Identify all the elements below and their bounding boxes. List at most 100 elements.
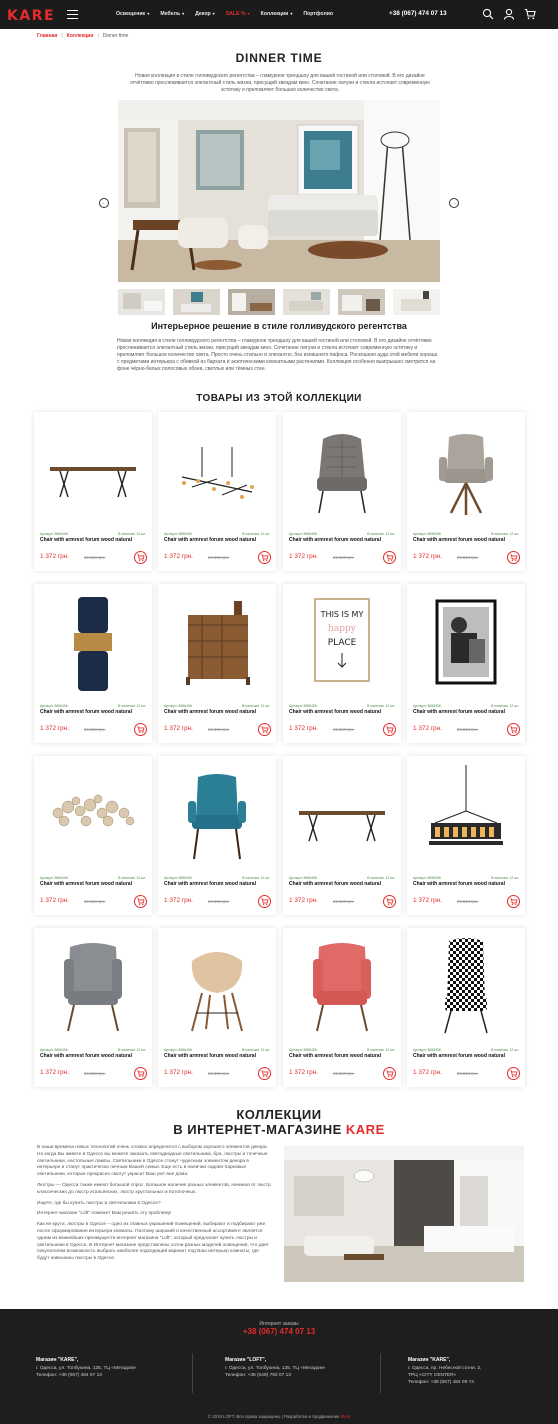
- menu-icon[interactable]: [67, 10, 78, 19]
- user-icon[interactable]: [503, 8, 515, 20]
- footer-store-phone[interactable]: Телефон: +38 (048) 793 07 13: [225, 1372, 375, 1379]
- product-name[interactable]: Chair with armrest forum wood natural: [164, 881, 256, 887]
- product-name[interactable]: Chair with armrest forum wood natural: [40, 881, 132, 887]
- product-name[interactable]: Chair with armrest forum wood natural: [289, 881, 381, 887]
- product-card[interactable]: Артикул: 5656456 В наличии: 12 шт. Chair w…: [34, 412, 152, 571]
- product-image[interactable]: [411, 933, 521, 1045]
- product-card[interactable]: Артикул: 5656456 В наличии: 12 шт. Chair w…: [283, 412, 401, 571]
- footer-developer-link[interactable]: Ittelo: [341, 1414, 351, 1419]
- add-to-cart-button[interactable]: [383, 895, 396, 908]
- product-image[interactable]: [162, 589, 272, 701]
- slider-thumbnail[interactable]: [283, 289, 330, 315]
- product-card[interactable]: Артикул: 5656456 В наличии: 12 шт. Chair w…: [158, 756, 276, 915]
- product-image[interactable]: [162, 933, 272, 1045]
- cart-icon: [135, 896, 146, 907]
- product-price: 1 372 грн.: [413, 1069, 442, 1076]
- product-card[interactable]: Артикул: 5656456 В наличии: 12 шт. Chair w…: [34, 928, 152, 1087]
- product-card[interactable]: Артикул: 5656456 В наличии: 12 шт. Chair w…: [407, 928, 525, 1087]
- product-card[interactable]: Артикул: 5656456 В наличии: 12 шт. Chair w…: [158, 584, 276, 743]
- product-card[interactable]: Артикул: 5656456 В наличии: 12 шт. Chair w…: [407, 756, 525, 915]
- nav-item-portfolio[interactable]: Портфолио: [303, 11, 333, 17]
- product-card[interactable]: Артикул: 5656456 В наличии: 12 шт. Chair w…: [407, 412, 525, 571]
- product-name[interactable]: Chair with armrest forum wood natural: [413, 709, 505, 715]
- product-name[interactable]: Chair with armrest forum wood natural: [164, 537, 256, 543]
- add-to-cart-button[interactable]: [134, 895, 147, 908]
- product-sku: Артикул: 5656456: [413, 1048, 441, 1052]
- product-image[interactable]: [38, 417, 148, 529]
- breadcrumb-separator: |: [97, 33, 99, 39]
- slider-next-button[interactable]: →: [449, 198, 459, 208]
- product-image[interactable]: [411, 417, 521, 529]
- add-to-cart-button[interactable]: [507, 551, 520, 564]
- product-stock: В наличии: 12 шт.: [491, 704, 519, 708]
- add-to-cart-button[interactable]: [134, 723, 147, 736]
- add-to-cart-button[interactable]: [258, 723, 271, 736]
- nav-item-furniture[interactable]: Мебель ▾: [160, 11, 184, 17]
- footer-store-phone[interactable]: Телефон: +38 (067) 484 09 74: [408, 1379, 558, 1386]
- nav-item-lighting[interactable]: Освещение ▾: [116, 11, 149, 17]
- product-card[interactable]: THIS IS MY happy PLACE Артикул: 5656456 В на…: [283, 584, 401, 743]
- product-image[interactable]: [287, 761, 397, 873]
- slider-prev-button[interactable]: ←: [99, 198, 109, 208]
- add-to-cart-button[interactable]: [507, 723, 520, 736]
- slider-thumbnail[interactable]: [173, 289, 220, 315]
- add-to-cart-button[interactable]: [507, 1067, 520, 1080]
- nav-item-sale[interactable]: SALE % ▾: [226, 11, 250, 17]
- product-card[interactable]: Артикул: 5656456 В наличии: 12 шт. Chair w…: [158, 412, 276, 571]
- breadcrumb-home[interactable]: Главная: [37, 33, 57, 39]
- product-old-price: 24 818 грн.: [333, 1071, 355, 1076]
- product-name[interactable]: Chair with armrest forum wood natural: [289, 537, 381, 543]
- product-name[interactable]: Chair with armrest forum wood natural: [40, 537, 132, 543]
- add-to-cart-button[interactable]: [383, 723, 396, 736]
- product-name[interactable]: Chair with armrest forum wood natural: [413, 537, 505, 543]
- product-name[interactable]: Chair with armrest forum wood natural: [164, 1053, 256, 1059]
- add-to-cart-button[interactable]: [134, 551, 147, 564]
- add-to-cart-button[interactable]: [258, 1067, 271, 1080]
- product-image[interactable]: [162, 417, 272, 529]
- product-card[interactable]: Артикул: 5656456 В наличии: 12 шт. Chair w…: [283, 756, 401, 915]
- nav-item-collections[interactable]: Коллекции ▾: [261, 11, 293, 17]
- product-name[interactable]: Chair with armrest forum wood natural: [413, 881, 505, 887]
- product-card[interactable]: Артикул: 5656456 В наличии: 12 шт. Chair w…: [34, 584, 152, 743]
- product-image[interactable]: [287, 417, 397, 529]
- product-image[interactable]: [411, 589, 521, 701]
- header-phone[interactable]: +38 (067) 474 07 13: [389, 10, 447, 17]
- add-to-cart-button[interactable]: [258, 551, 271, 564]
- product-image[interactable]: [38, 761, 148, 873]
- product-image[interactable]: [38, 589, 148, 701]
- product-name[interactable]: Chair with armrest forum wood natural: [40, 709, 132, 715]
- product-card[interactable]: Артикул: 5656456 В наличии: 12 шт. Chair w…: [283, 928, 401, 1087]
- product-name[interactable]: Chair with armrest forum wood natural: [289, 1053, 381, 1059]
- product-image[interactable]: [38, 933, 148, 1045]
- slider-thumbnail[interactable]: [338, 289, 385, 315]
- product-card[interactable]: Артикул: 5656456 В наличии: 12 шт. Chair w…: [407, 584, 525, 743]
- product-card[interactable]: Артикул: 5656456 В наличии: 12 шт. Chair w…: [34, 756, 152, 915]
- cart-icon: [384, 552, 395, 563]
- footer-phone[interactable]: +38 (067) 474 07 13: [0, 1327, 558, 1336]
- slider-thumbnail[interactable]: [393, 289, 440, 315]
- slider-thumbnail[interactable]: [118, 289, 165, 315]
- slider-thumbnail[interactable]: [228, 289, 275, 315]
- product-image[interactable]: THIS IS MY happy PLACE: [287, 589, 397, 701]
- add-to-cart-button[interactable]: [507, 895, 520, 908]
- product-card[interactable]: Артикул: 5656456 В наличии: 12 шт. Chair w…: [158, 928, 276, 1087]
- product-image[interactable]: [411, 761, 521, 873]
- cart-icon[interactable]: [524, 8, 536, 20]
- nav-item-decor[interactable]: Декор ▾: [195, 11, 215, 17]
- product-stock: В наличии: 12 шт.: [118, 532, 146, 536]
- breadcrumb-collections[interactable]: Коллекции: [67, 33, 94, 39]
- logo[interactable]: KARE: [7, 8, 55, 24]
- add-to-cart-button[interactable]: [383, 1067, 396, 1080]
- product-name[interactable]: Chair with armrest forum wood natural: [40, 1053, 132, 1059]
- product-image[interactable]: [287, 933, 397, 1045]
- search-icon[interactable]: [482, 8, 494, 20]
- footer-store-phone[interactable]: Телефон: +38 (067) 484 07 13: [36, 1372, 186, 1379]
- add-to-cart-button[interactable]: [258, 895, 271, 908]
- product-name[interactable]: Chair with armrest forum wood natural: [413, 1053, 505, 1059]
- product-image[interactable]: [162, 761, 272, 873]
- product-stock: В наличии: 12 шт.: [367, 876, 395, 880]
- product-name[interactable]: Chair with armrest forum wood natural: [289, 709, 381, 715]
- add-to-cart-button[interactable]: [134, 1067, 147, 1080]
- product-name[interactable]: Chair with armrest forum wood natural: [164, 709, 256, 715]
- add-to-cart-button[interactable]: [383, 551, 396, 564]
